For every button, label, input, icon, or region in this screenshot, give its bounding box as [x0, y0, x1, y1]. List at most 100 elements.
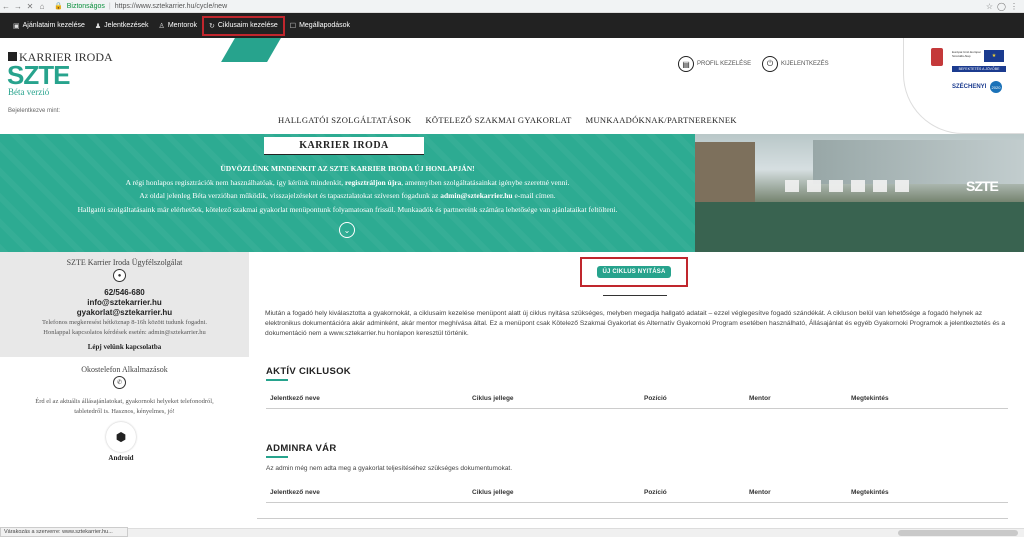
banner-line-3c: e-mail címen.: [514, 191, 556, 200]
nav-employers[interactable]: MUNKAADÓKNAK/PARTNEREKNEK: [586, 115, 737, 125]
cycle-icon: ↻: [209, 22, 215, 30]
toolbar-cycles-label: Ciklusaim kezelése: [217, 22, 278, 29]
nav-student-services[interactable]: HALLGATÓI SZOLGÁLTATÁSOK: [278, 115, 411, 125]
service-email-internship[interactable]: gyakorlat@sztekarrier.hu: [0, 308, 249, 317]
toolbar-mentors[interactable]: ♙ Mentorok: [154, 16, 202, 36]
col-mentor[interactable]: Mentor: [749, 395, 771, 402]
col-cycle-type[interactable]: Ciklus jellege: [472, 395, 514, 402]
chevron-down-icon[interactable]: ⌄: [339, 222, 355, 238]
hungary-emblem-icon: [931, 48, 943, 66]
col-position-2[interactable]: Pozíció: [644, 489, 667, 496]
briefcase-icon: ▣: [13, 22, 20, 30]
star-icon[interactable]: ☆: [986, 2, 993, 11]
service-title: SZTE Karrier Iroda Ügyfélszolgálat: [66, 258, 183, 267]
szechenyi-logo: SZÉCHENYI: [952, 84, 987, 90]
toolbar-offers[interactable]: ▣ Ajánlataim kezelése: [8, 16, 90, 36]
menu-icon[interactable]: ⋮: [1010, 2, 1018, 11]
service-admin-note: Honlappal kapcsolatos kérdések esetén: a…: [43, 329, 206, 336]
service-email-info[interactable]: info@sztekarrier.hu: [0, 298, 249, 307]
col-view[interactable]: Megtekintés: [851, 395, 889, 402]
divider: [257, 518, 1008, 519]
profile-icon: ▤: [678, 56, 694, 72]
logo-beta: Béta verzió: [8, 87, 50, 97]
customer-service-box: SZTE Karrier Iroda Ügyfélszolgálat ● 62/…: [0, 252, 249, 357]
welcome-banner: ÜDVÖZLÜNK MINDENKIT AZ SZTE KARRIER IROD…: [0, 134, 1024, 252]
back-icon[interactable]: ←: [0, 2, 12, 11]
apps-text: Érd el az aktuális állásajánlatokat, gya…: [0, 397, 249, 417]
url-text[interactable]: https://www.sztekarrier.hu/cycle/new: [115, 3, 227, 10]
user-icon: ♙: [158, 22, 165, 30]
users-icon: ♟: [94, 22, 102, 30]
logged-in-label: Bejelentkezve mint:: [8, 108, 61, 114]
col-view-2[interactable]: Megtekintés: [851, 489, 889, 496]
admin-toolbar: ▣ Ajánlataim kezelése ♟ Jelentkezések ♙ …: [0, 13, 1024, 38]
sidebar: SZTE Karrier Iroda Ügyfélszolgálat ● 62/…: [0, 252, 249, 537]
android-icon[interactable]: ⬢: [106, 422, 136, 452]
banner-line-4: Hallgatói szolgáltatásaink már elérhetőe…: [77, 204, 618, 214]
profile-button[interactable]: ▤ PROFIL KEZELÉSE: [678, 56, 751, 72]
horizontal-scrollbar[interactable]: [128, 528, 1024, 537]
col-applicant-2[interactable]: Jelentkező neve: [270, 489, 320, 496]
banner-line-2a: A régi honlapos regisztrációk nem haszná…: [125, 177, 344, 187]
stop-icon[interactable]: ✕: [24, 2, 36, 11]
banner-line-1: ÜDVÖZLÜNK MINDENKIT AZ SZTE KARRIER IROD…: [220, 164, 475, 173]
toolbar-applications[interactable]: ♟ Jelentkezések: [90, 16, 154, 36]
browser-actions: ☆ ◯ ⋮: [986, 2, 1024, 11]
toolbar-agreements[interactable]: ☐ Megállapodások: [285, 16, 355, 36]
eu-text: Európai Unió Európai Szociális Alap: [952, 50, 981, 58]
banner-admin-email[interactable]: admin@sztekarrier.hu: [440, 191, 512, 200]
nav-mandatory-internship[interactable]: KÖTELEZŐ SZAKMAI GYAKORLAT: [425, 115, 571, 125]
extension-icon[interactable]: ◯: [997, 2, 1006, 11]
separator: |: [108, 2, 111, 10]
main-content: ÚJ CIKLUS NYITÁSA Miután a fogadó hely k…: [249, 252, 1024, 527]
toolbar-applications-label: Jelentkezések: [104, 22, 149, 29]
logo-szte[interactable]: SZTE: [7, 62, 70, 88]
logout-button[interactable]: ⏻ KIJELENTKEZÉS: [762, 56, 829, 72]
active-cycles-table-header: Jelentkező neve Ciklus jellege Pozíció M…: [266, 389, 1008, 409]
banner-line-2c: , amennyiben szolgáltatásainkat igénybe …: [401, 177, 570, 187]
secure-label: Biztonságos: [66, 2, 105, 10]
home-icon[interactable]: ⌂: [36, 2, 48, 11]
apps-text-line-2: tabletedről is. Hasznos, kényelmes, jó!: [74, 408, 175, 415]
divider: [603, 295, 667, 296]
pending-admin-title: ADMINRA VÁR: [266, 443, 337, 458]
campus-photo: SZTE: [695, 134, 1024, 252]
toolbar-cycles[interactable]: ↻ Ciklusaim kezelése: [202, 15, 285, 36]
document-icon: ☐: [289, 22, 297, 30]
intro-text: Miután a fogadó hely kiválasztotta a gya…: [265, 310, 1006, 338]
new-cycle-button[interactable]: ÚJ CIKLUS NYITÁSA: [597, 266, 671, 278]
scrollbar-thumb[interactable]: [898, 530, 1018, 536]
site-header: KARRIER IRODA SZTE Béta verzió Bejelentk…: [0, 38, 1024, 134]
pending-admin-note: Az admin még nem adta meg a gyakorlat te…: [266, 465, 513, 472]
banner-register-link[interactable]: regisztráljon újra: [345, 178, 401, 187]
photo-umbrellas: [785, 180, 915, 192]
banner-line-3a: Az oldal jelenleg Béta verzióban működik…: [139, 191, 439, 200]
eu-strip: BEFEKTETÉS A JÖVŐBE: [952, 66, 1006, 72]
service-phone[interactable]: 62/546-680: [0, 288, 249, 297]
lock-icon: 🔒: [54, 3, 63, 10]
banner-tab-title: KARRIER IRODA: [264, 137, 424, 155]
address-bar[interactable]: 🔒 Biztonságos | https://www.sztekarrier.…: [54, 2, 227, 11]
col-cycle-type-2[interactable]: Ciklus jellege: [472, 489, 514, 496]
forward-icon[interactable]: →: [12, 2, 24, 11]
col-mentor-2[interactable]: Mentor: [749, 489, 771, 496]
col-position[interactable]: Pozíció: [644, 395, 667, 402]
status-bar: Várakozás a szerverre: www.sztekarrier.h…: [0, 527, 128, 537]
android-label[interactable]: Android: [0, 454, 242, 462]
profile-label: PROFIL KEZELÉSE: [697, 61, 752, 67]
toolbar-agreements-label: Megállapodások: [299, 22, 351, 29]
eu-funding-badge: Európai Unió Európai Szociális Alap ★ BE…: [903, 38, 1024, 134]
col-applicant[interactable]: Jelentkező neve: [270, 395, 320, 402]
banner-line-3: Az oldal jelenleg Béta verzióban működik…: [0, 189, 695, 203]
banner-line-2: A régi honlapos regisztrációk nem haszná…: [0, 176, 695, 190]
chat-icon: ●: [113, 269, 126, 282]
phone-icon: ✆: [113, 376, 126, 389]
active-cycles-title: AKTÍV CIKLUSOK: [266, 366, 351, 381]
photo-szte-logo: SZTE: [966, 178, 999, 194]
power-icon: ⏻: [762, 56, 778, 72]
main-navigation: HALLGATÓI SZOLGÁLTATÁSOK KÖTELEZŐ SZAKMA…: [278, 115, 737, 125]
contact-link[interactable]: Lépj velünk kapcsolatba: [0, 343, 249, 351]
apps-title: Okostelefon Alkalmazások: [81, 365, 168, 374]
eu-flag-icon: ★: [984, 50, 1004, 62]
browser-toolbar: ← → ✕ ⌂ 🔒 Biztonságos | https://www.szte…: [0, 0, 1024, 13]
